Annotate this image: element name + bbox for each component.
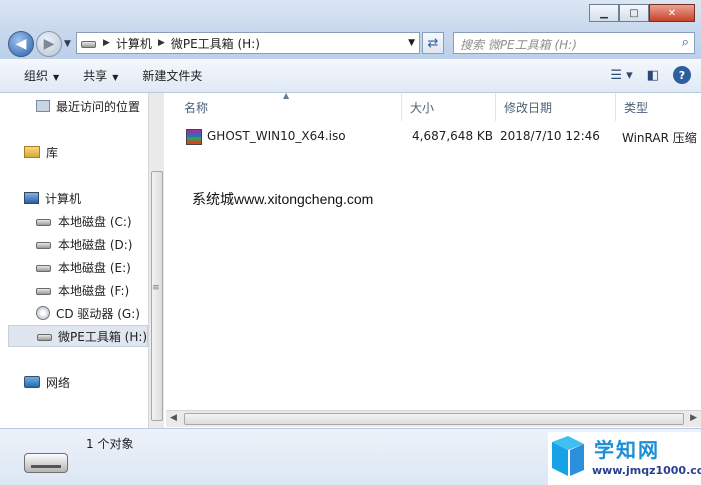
drive-icon bbox=[36, 238, 52, 250]
minimize-button[interactable]: ▁ bbox=[589, 4, 619, 22]
scroll-right-icon[interactable]: ▶ bbox=[690, 413, 697, 423]
view-options-icon[interactable]: ☰ ▾ bbox=[610, 68, 632, 83]
refresh-button[interactable]: ⇄ bbox=[422, 32, 444, 54]
windows-drive-icon bbox=[36, 215, 52, 227]
logo-mark-icon bbox=[552, 436, 584, 476]
command-bar: 组织 ▼ 共享 ▼ 新建文件夹 ☰ ▾ ◧ ? bbox=[0, 59, 701, 93]
column-header-size[interactable]: 大小 bbox=[402, 93, 496, 121]
drive-icon bbox=[36, 261, 52, 273]
help-icon[interactable]: ? bbox=[673, 66, 691, 84]
sidebar-item-label: CD 驱动器 (G:) bbox=[56, 306, 140, 321]
address-bar[interactable]: ▶ 计算机 ▶ 微PE工具箱 (H:) ▼ bbox=[76, 32, 420, 54]
sidebar-item-drive-d[interactable]: 本地磁盘 (D:) bbox=[36, 234, 132, 254]
sidebar-item-drive-f[interactable]: 本地磁盘 (F:) bbox=[36, 280, 129, 300]
site-logo: 学知网 www.jmqz1000.com bbox=[548, 432, 701, 485]
history-dropdown-icon[interactable]: ▼ bbox=[64, 39, 71, 49]
preview-pane-icon[interactable]: ◧ bbox=[647, 68, 659, 83]
sidebar-item-network[interactable]: 网络 bbox=[24, 372, 70, 392]
search-icon[interactable]: ⌕ bbox=[682, 35, 689, 50]
logo-title: 学知网 bbox=[594, 438, 660, 462]
sidebar-item-recent[interactable]: 最近访问的位置 bbox=[36, 96, 140, 116]
drive-icon bbox=[36, 284, 52, 296]
file-size: 4,687,648 KB bbox=[412, 129, 493, 143]
new-folder-button[interactable]: 新建文件夹 bbox=[130, 67, 214, 84]
share-button[interactable]: 共享 ▼ bbox=[71, 67, 130, 84]
scrollbar-thumb[interactable] bbox=[184, 413, 684, 425]
library-icon bbox=[24, 146, 40, 158]
address-dropdown-icon[interactable]: ▼ bbox=[408, 38, 415, 48]
search-placeholder: 搜索 微PE工具箱 (H:) bbox=[460, 38, 577, 52]
maximize-button[interactable]: □ bbox=[619, 4, 649, 22]
sidebar-item-label: 库 bbox=[46, 145, 59, 160]
table-row[interactable]: GHOST_WIN10_X64.iso 4,687,648 KB 2018/7/… bbox=[166, 127, 701, 147]
sidebar-item-label: 本地磁盘 (C:) bbox=[58, 214, 132, 229]
column-label: 大小 bbox=[410, 100, 435, 115]
forward-button[interactable]: ▶ bbox=[36, 31, 62, 57]
close-button[interactable]: ✕ bbox=[649, 4, 695, 22]
share-label: 共享 bbox=[83, 69, 108, 83]
sidebar-item-label: 本地磁盘 (E:) bbox=[58, 260, 131, 275]
file-modified: 2018/7/10 12:46 bbox=[500, 129, 600, 143]
column-label: 名称 bbox=[184, 100, 209, 115]
arrow-right-icon: ▶ bbox=[43, 36, 55, 52]
item-count: 1 个对象 bbox=[86, 437, 134, 451]
column-header-modified[interactable]: 修改日期 bbox=[496, 93, 616, 121]
address-row: ◀ ▶ ▼ ▶ 计算机 ▶ 微PE工具箱 (H:) ▼ ⇄ 搜索 微PE工具箱 … bbox=[0, 29, 701, 59]
search-input[interactable]: 搜索 微PE工具箱 (H:) ⌕ bbox=[453, 32, 695, 54]
organize-button[interactable]: 组织 ▼ bbox=[0, 67, 71, 84]
cd-drive-icon bbox=[36, 306, 50, 320]
drive-icon bbox=[81, 37, 97, 49]
recent-places-icon bbox=[36, 100, 50, 112]
back-button[interactable]: ◀ bbox=[8, 31, 34, 57]
winrar-file-icon bbox=[186, 129, 202, 145]
caret-down-icon: ▼ bbox=[112, 73, 119, 82]
sidebar-item-label: 最近访问的位置 bbox=[56, 99, 141, 114]
breadcrumb-drive[interactable]: 微PE工具箱 (H:) bbox=[171, 35, 260, 52]
column-label: 类型 bbox=[624, 100, 649, 115]
sidebar-item-drive-e[interactable]: 本地磁盘 (E:) bbox=[36, 257, 131, 277]
arrow-left-icon: ◀ bbox=[15, 36, 27, 52]
window-controls: ▁ □ ✕ bbox=[589, 4, 695, 22]
sidebar-item-drive-g[interactable]: CD 驱动器 (G:) bbox=[36, 303, 140, 323]
sidebar-item-computer[interactable]: 计算机 bbox=[24, 188, 81, 208]
logo-url: www.jmqz1000.com bbox=[592, 464, 701, 477]
chevron-right-icon[interactable]: ▶ bbox=[158, 38, 165, 48]
horizontal-scrollbar[interactable]: ◀ ▶ bbox=[166, 410, 701, 427]
caret-down-icon: ▼ bbox=[53, 73, 60, 82]
view-controls: ☰ ▾ ◧ ? bbox=[610, 66, 691, 84]
scroll-left-icon[interactable]: ◀ bbox=[170, 413, 177, 423]
file-list: 名称 ▲ 大小 修改日期 类型 GHOST_WIN10_X64.iso 4,68… bbox=[166, 91, 701, 428]
file-name: GHOST_WIN10_X64.iso bbox=[207, 129, 346, 143]
column-label: 修改日期 bbox=[504, 100, 553, 115]
sidebar-item-label: 微PE工具箱 (H:) bbox=[58, 329, 148, 344]
sidebar-item-drive-h[interactable]: 微PE工具箱 (H:) bbox=[8, 325, 148, 347]
sidebar-item-label: 本地磁盘 (D:) bbox=[58, 237, 133, 252]
computer-icon bbox=[24, 192, 39, 204]
organize-label: 组织 bbox=[24, 69, 49, 83]
column-header-type[interactable]: 类型 bbox=[616, 93, 701, 121]
sidebar-item-label: 计算机 bbox=[45, 191, 82, 206]
file-type: WinRAR 压缩 bbox=[622, 131, 697, 145]
sidebar-item-library[interactable]: 库 bbox=[24, 142, 58, 162]
title-bar: ▁ □ ✕ bbox=[0, 0, 701, 29]
scrollbar-thumb[interactable] bbox=[151, 171, 163, 421]
breadcrumb-computer[interactable]: 计算机 bbox=[116, 35, 152, 52]
sort-ascending-icon: ▲ bbox=[283, 91, 290, 100]
grip-icon: ≡ bbox=[152, 283, 160, 293]
drive-icon bbox=[37, 330, 52, 342]
watermark-text: 系统城www.xitongcheng.com bbox=[192, 191, 374, 207]
navigation-scrollbar[interactable]: ≡ bbox=[148, 93, 164, 428]
chevron-right-icon[interactable]: ▶ bbox=[103, 38, 110, 48]
sidebar-item-drive-c[interactable]: 本地磁盘 (C:) bbox=[36, 211, 132, 231]
refresh-icon: ⇄ bbox=[427, 35, 439, 51]
drive-large-icon bbox=[24, 453, 68, 473]
navigation-pane: 最近访问的位置 库 计算机 本地磁盘 (C:) 本地磁盘 (D:) 本地磁盘 (… bbox=[0, 93, 148, 428]
network-icon bbox=[24, 376, 40, 388]
sidebar-item-label: 网络 bbox=[46, 375, 71, 390]
sidebar-item-label: 本地磁盘 (F:) bbox=[58, 283, 130, 298]
